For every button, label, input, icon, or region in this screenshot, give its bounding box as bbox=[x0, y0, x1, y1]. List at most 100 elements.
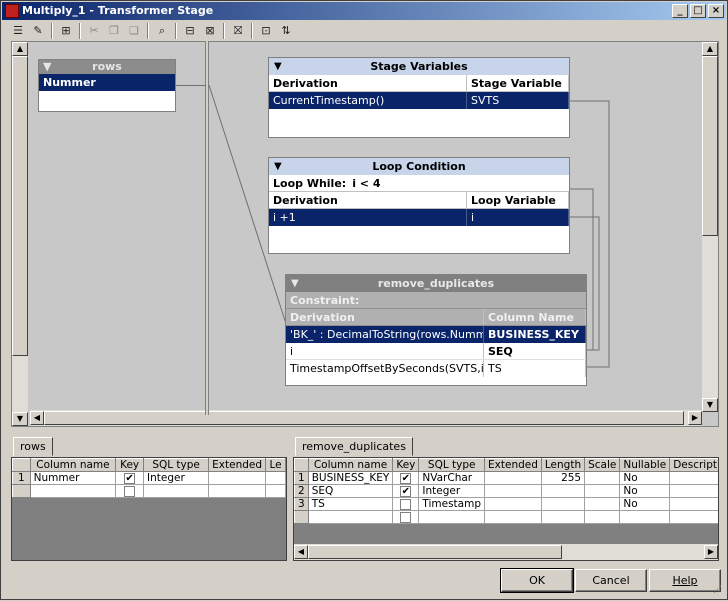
scroll-thumb[interactable] bbox=[308, 545, 562, 559]
scale-cell[interactable] bbox=[584, 484, 621, 498]
length-cell[interactable] bbox=[265, 471, 286, 485]
key-checkbox[interactable]: ✔ bbox=[400, 485, 412, 497]
length-cell[interactable] bbox=[265, 484, 286, 498]
loop-variable-row[interactable]: i +1 i bbox=[269, 209, 569, 226]
scroll-right-icon[interactable]: ▶ bbox=[704, 545, 718, 559]
length-header[interactable]: Le bbox=[265, 458, 286, 472]
loop-condition-header[interactable]: ▼ Loop Condition bbox=[269, 158, 569, 175]
derivation-cell[interactable]: i bbox=[286, 343, 484, 359]
stage-variables-header[interactable]: ▼ Stage Variables bbox=[269, 58, 569, 75]
scale-cell[interactable] bbox=[584, 497, 621, 511]
extended-cell[interactable] bbox=[484, 471, 542, 485]
description-cell[interactable] bbox=[669, 484, 718, 498]
table-row[interactable]: 1 BUSINESS_KEY ✔ NVarChar 255 No bbox=[294, 471, 718, 485]
key-cell[interactable] bbox=[392, 497, 420, 511]
sql-type-cell[interactable]: Integer bbox=[418, 484, 486, 498]
output-row-business-key[interactable]: 'BK_' : DecimalToString(rows.Nummer) BUS… bbox=[286, 326, 586, 343]
table-row[interactable]: 1 Nummer ✔ Integer bbox=[12, 471, 286, 485]
ok-button[interactable]: OK bbox=[500, 568, 574, 593]
derivation-cell[interactable]: 'BK_' : DecimalToString(rows.Nummer) bbox=[286, 326, 484, 343]
constraint-row[interactable]: Constraint: bbox=[286, 292, 586, 309]
length-cell[interactable]: 255 bbox=[540, 471, 586, 485]
resize-grip-icon[interactable]: ⋰ bbox=[713, 585, 725, 597]
key-checkbox[interactable]: ✔ bbox=[124, 472, 136, 484]
key-checkbox[interactable]: ✔ bbox=[400, 472, 412, 484]
description-header[interactable]: Description bbox=[669, 458, 718, 472]
key-checkbox[interactable] bbox=[400, 511, 412, 523]
loop-while-row[interactable]: Loop While: i < 4 bbox=[269, 175, 569, 192]
sql-type-cell[interactable]: Integer bbox=[143, 471, 210, 485]
nullable-cell[interactable]: No bbox=[619, 471, 671, 485]
column-name-cell[interactable]: TS bbox=[484, 360, 586, 377]
length-cell[interactable] bbox=[540, 497, 586, 511]
length-cell[interactable] bbox=[540, 510, 586, 524]
column-name-cell[interactable] bbox=[29, 484, 117, 498]
derivation-cell[interactable]: i +1 bbox=[269, 209, 467, 226]
sql-type-header[interactable]: SQL type bbox=[418, 458, 486, 472]
column-name-cell[interactable]: BUSINESS_KEY bbox=[484, 326, 586, 343]
column-name-cell[interactable]: BUSINESS_KEY bbox=[307, 471, 394, 485]
column-name-header[interactable]: Column name bbox=[307, 458, 394, 472]
rows-link-header[interactable]: ▼ rows bbox=[39, 60, 175, 74]
sql-type-cell[interactable]: NVarChar bbox=[418, 471, 486, 485]
scroll-left-icon[interactable]: ◀ bbox=[294, 545, 308, 559]
description-cell[interactable] bbox=[669, 497, 718, 511]
help-button[interactable]: Help bbox=[649, 569, 721, 592]
column-name-cell[interactable]: SEQ bbox=[484, 343, 586, 359]
output-row-seq[interactable]: i SEQ bbox=[286, 343, 586, 360]
output-row-ts[interactable]: TimestampOffsetBySeconds(SVTS,i) TS bbox=[286, 360, 586, 377]
key-cell[interactable] bbox=[115, 484, 145, 498]
sql-type-header[interactable]: SQL type bbox=[143, 458, 210, 472]
column-name-header[interactable]: Column name bbox=[29, 458, 117, 472]
key-cell[interactable]: ✔ bbox=[115, 471, 145, 485]
table-row[interactable] bbox=[294, 510, 718, 524]
nullable-cell[interactable] bbox=[619, 510, 671, 524]
table-row[interactable] bbox=[12, 484, 286, 498]
column-name-cell[interactable]: Nummer bbox=[29, 471, 117, 485]
description-cell[interactable] bbox=[669, 510, 718, 524]
extended-cell[interactable] bbox=[484, 510, 542, 524]
tab-remove-duplicates[interactable]: remove_duplicates bbox=[295, 437, 413, 456]
key-cell[interactable]: ✔ bbox=[392, 484, 420, 498]
extended-cell[interactable] bbox=[208, 484, 267, 498]
extended-cell[interactable] bbox=[484, 484, 542, 498]
nullable-header[interactable]: Nullable bbox=[619, 458, 671, 472]
tab-rows[interactable]: rows bbox=[13, 437, 53, 456]
extended-header[interactable]: Extended bbox=[208, 458, 267, 472]
input-link-rows[interactable]: ▼ rows Nummer bbox=[38, 59, 176, 112]
derivation-cell[interactable]: TimestampOffsetBySeconds(SVTS,i) bbox=[286, 360, 484, 377]
key-header[interactable]: Key bbox=[392, 458, 420, 472]
key-cell[interactable] bbox=[392, 510, 420, 524]
length-cell[interactable] bbox=[540, 484, 586, 498]
key-checkbox[interactable] bbox=[124, 485, 136, 497]
variable-name-cell[interactable]: i bbox=[467, 209, 569, 226]
scale-cell[interactable] bbox=[584, 471, 621, 485]
stage-variable-row[interactable]: CurrentTimestamp() SVTS bbox=[269, 92, 569, 109]
length-header[interactable]: Length bbox=[540, 458, 586, 472]
scale-header[interactable]: Scale bbox=[584, 458, 621, 472]
grid-horizontal-scrollbar[interactable]: ◀ ▶ bbox=[294, 544, 718, 560]
nullable-cell[interactable]: No bbox=[619, 497, 671, 511]
extended-cell[interactable] bbox=[484, 497, 542, 511]
sql-type-cell[interactable] bbox=[418, 510, 486, 524]
variable-name-cell[interactable]: SVTS bbox=[467, 92, 569, 109]
key-checkbox[interactable] bbox=[400, 498, 412, 510]
column-name-cell[interactable] bbox=[307, 510, 394, 524]
extended-cell[interactable] bbox=[208, 471, 267, 485]
scale-cell[interactable] bbox=[584, 510, 621, 524]
key-cell[interactable]: ✔ bbox=[392, 471, 420, 485]
sql-type-cell[interactable]: Timestamp bbox=[418, 497, 486, 511]
collapse-icon[interactable]: ▼ bbox=[274, 158, 282, 175]
description-cell[interactable] bbox=[669, 471, 718, 485]
derivation-cell[interactable]: CurrentTimestamp() bbox=[269, 92, 467, 109]
output-link-header[interactable]: ▼ remove_duplicates bbox=[286, 275, 586, 292]
collapse-icon[interactable]: ▼ bbox=[291, 275, 299, 292]
collapse-icon[interactable]: ▼ bbox=[274, 58, 282, 75]
cancel-button[interactable]: Cancel bbox=[575, 569, 647, 592]
sql-type-cell[interactable] bbox=[143, 484, 210, 498]
key-header[interactable]: Key bbox=[115, 458, 145, 472]
table-row[interactable]: 2 SEQ ✔ Integer No bbox=[294, 484, 718, 498]
column-nummer[interactable]: Nummer bbox=[39, 74, 175, 91]
table-row[interactable]: 3 TS Timestamp No bbox=[294, 497, 718, 511]
column-name-cell[interactable]: TS bbox=[307, 497, 394, 511]
